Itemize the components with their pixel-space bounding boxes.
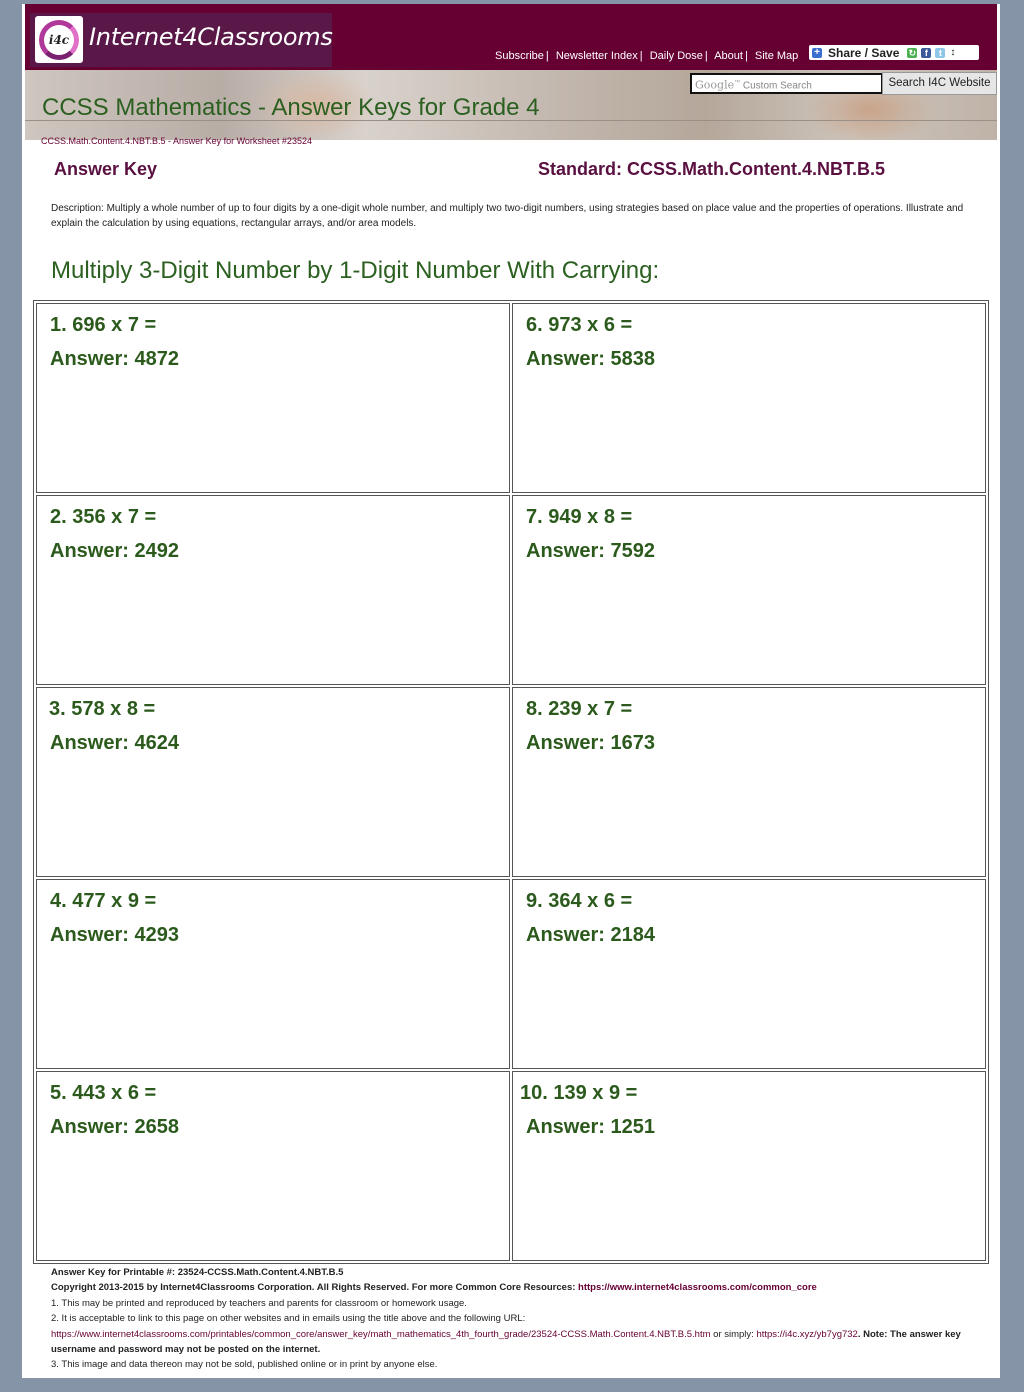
problem-answer: Answer: 1251: [526, 1116, 655, 1138]
problem-answer: Answer: 2492: [50, 540, 179, 562]
worksheet-title: Multiply 3-Digit Number by 1-Digit Numbe…: [51, 257, 660, 284]
footer: Answer Key for Printable #: 23524-CCSS.M…: [51, 1265, 996, 1373]
problem-answer: Answer: 1673: [526, 732, 655, 754]
nav-separator: |: [545, 50, 549, 62]
banner: Google™ Custom Search Search I4C Website…: [25, 70, 997, 140]
google-logo: Google: [695, 78, 735, 92]
problem-question: 3. 578 x 8 =: [49, 698, 156, 720]
copyright-text: Copyright 2013-2015 by Internet4Classroo…: [51, 1282, 579, 1294]
problem-question: 2. 356 x 7 =: [50, 506, 157, 528]
or-simply-text: or simply:: [710, 1328, 757, 1340]
problem-question: 1. 696 x 7 =: [50, 314, 157, 336]
i4c-logo-icon: i4c: [35, 16, 83, 63]
problem-answer: Answer: 2658: [50, 1116, 179, 1138]
nav-subscribe[interactable]: Subscribe: [495, 50, 544, 62]
problem-answer: Answer: 4624: [50, 732, 179, 754]
worksheet-url-link[interactable]: https://www.internet4classrooms.com/prin…: [51, 1329, 711, 1340]
plus-icon: +: [812, 47, 822, 58]
top-nav: Subscribe | Newsletter Index | Daily Dose |…: [495, 50, 798, 62]
problem-cell: 4. 477 x 9 = Answer: 4293: [36, 879, 510, 1069]
problem-question: 6. 973 x 6 =: [526, 314, 633, 336]
nav-newsletter-index[interactable]: Newsletter Index: [556, 50, 638, 62]
problem-question: 5. 443 x 6 =: [50, 1082, 157, 1104]
problem-question: 9. 364 x 6 =: [526, 890, 633, 912]
printable-id: Answer Key for Printable #: 23524-CCSS.M…: [51, 1267, 344, 1278]
dropdown-arrows-icon: ↕: [950, 47, 956, 58]
search-button[interactable]: Search I4C Website: [882, 72, 997, 95]
problem-question: 4. 477 x 9 =: [50, 890, 157, 912]
site-header: i4c Internet4Classrooms Subscribe | Newsl…: [25, 4, 997, 70]
problem-cell: 1. 696 x 7 = Answer: 4872: [36, 303, 510, 493]
nav-daily-dose[interactable]: Daily Dose: [650, 50, 703, 62]
share-save-button[interactable]: + Share / Save ↻ f t ↕: [809, 45, 979, 60]
page-container: i4c Internet4Classrooms Subscribe | Newsl…: [22, 4, 1000, 1378]
problem-answer: Answer: 2184: [526, 924, 655, 946]
usage-note-2: 2. It is acceptable to link to this page…: [51, 1313, 526, 1325]
problem-cell: 2. 356 x 7 = Answer: 2492: [36, 495, 510, 685]
problem-answer: Answer: 7592: [526, 540, 655, 562]
site-logo[interactable]: i4c Internet4Classrooms: [30, 13, 333, 67]
problem-cell: 3. 578 x 8 = Answer: 4624: [36, 687, 510, 877]
problem-cell: 9. 364 x 6 = Answer: 2184: [512, 879, 986, 1069]
logo-text: Internet4Classrooms: [89, 23, 333, 51]
nav-about[interactable]: About: [714, 50, 743, 62]
nav-separator: |: [639, 50, 643, 62]
nav-separator: |: [704, 50, 708, 62]
problem-question: 7. 949 x 8 =: [526, 506, 633, 528]
facebook-icon: f: [921, 47, 932, 58]
problem-answer: Answer: 5838: [526, 348, 655, 370]
nav-site-map[interactable]: Site Map: [755, 50, 798, 62]
problem-cell: 8. 239 x 7 = Answer: 1673: [512, 687, 986, 877]
page-title: CCSS Mathematics - Answer Keys for Grade…: [42, 94, 540, 121]
common-core-link[interactable]: https://www.internet4classrooms.com/comm…: [578, 1282, 817, 1293]
problem-grid: 1. 696 x 7 = Answer: 4872 6. 973 x 6 = A…: [33, 300, 989, 1264]
nav-separator: |: [744, 50, 748, 62]
search-placeholder: Custom Search: [742, 80, 812, 92]
search-input[interactable]: Google™ Custom Search: [690, 73, 883, 94]
usage-note-1: 1. This may be printed and reproduced by…: [51, 1297, 467, 1309]
standard-heading: Standard: CCSS.Math.Content.4.NBT.B.5: [538, 159, 886, 179]
problem-cell: 10. 139 x 9 = Answer: 1251: [512, 1071, 986, 1261]
usage-note-3: 3. This image and data thereon may not b…: [51, 1359, 438, 1371]
standard-description: Description: Multiply a whole number of …: [51, 203, 964, 229]
refresh-icon: ↻: [907, 47, 918, 58]
answer-key-heading: Answer Key: [54, 159, 158, 179]
problem-cell: 6. 973 x 6 = Answer: 5838: [512, 303, 986, 493]
logo-icon-text: i4c: [48, 32, 70, 47]
problem-cell: 5. 443 x 6 = Answer: 2658: [36, 1071, 510, 1261]
problem-answer: Answer: 4293: [50, 924, 179, 946]
problem-question: 8. 239 x 7 =: [526, 698, 633, 720]
twitter-icon: t: [935, 47, 946, 58]
problem-answer: Answer: 4872: [50, 348, 179, 370]
share-label: Share / Save: [828, 45, 900, 60]
problem-cell: 7. 949 x 8 = Answer: 7592: [512, 495, 986, 685]
problem-question: 10. 139 x 9 =: [520, 1082, 638, 1104]
short-url-link[interactable]: https://i4c.xyz/yb7yg732: [756, 1329, 857, 1340]
breadcrumb: CCSS.Math.Content.4.NBT.B.5 - Answer Key…: [41, 136, 312, 146]
